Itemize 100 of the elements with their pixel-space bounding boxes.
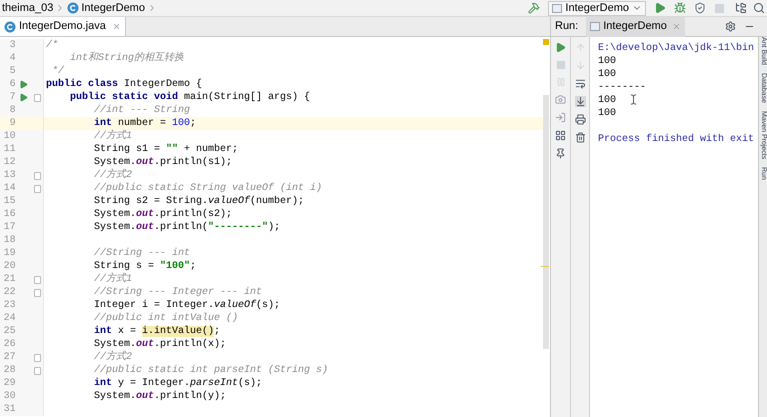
line-number: 7 bbox=[8, 91, 16, 104]
code-line: //方式2 bbox=[93, 351, 132, 364]
code-line: //public static String valueOf (int i) bbox=[93, 182, 322, 195]
line-number: 18 bbox=[2, 234, 16, 247]
line-number: 11 bbox=[2, 143, 16, 156]
line-number: 14 bbox=[2, 182, 16, 195]
fold-icon[interactable] bbox=[34, 288, 41, 296]
line-number: 30 bbox=[2, 390, 16, 403]
console-line: Process finished with exit bbox=[598, 133, 754, 146]
line-number: 23 bbox=[2, 299, 16, 312]
run-tab[interactable]: IntegerDemo bbox=[586, 16, 685, 36]
code-line: String s = "100"; bbox=[93, 260, 196, 272]
line-number: 3 bbox=[8, 39, 16, 52]
code-line: //方式2 bbox=[93, 169, 132, 182]
breadcrumb-item[interactable]: IntegerDemo bbox=[81, 0, 145, 16]
fold-icon[interactable] bbox=[34, 276, 41, 284]
trash-icon[interactable] bbox=[574, 132, 586, 143]
line-number: 10 bbox=[2, 130, 16, 143]
window-icon bbox=[590, 22, 600, 31]
search-icon[interactable] bbox=[753, 2, 765, 14]
code-line: int x = i.intValue(); bbox=[93, 325, 220, 338]
fold-icon[interactable] bbox=[34, 354, 41, 362]
fold-icon[interactable] bbox=[34, 366, 41, 374]
scroll-to-end-icon[interactable] bbox=[574, 96, 586, 107]
code-line: System.out.println(s1); bbox=[93, 156, 232, 168]
code-line: //String --- Integer --- int bbox=[93, 286, 262, 299]
code-line: int number = 100; bbox=[93, 117, 196, 130]
run-icon[interactable] bbox=[654, 2, 666, 14]
code-line: public class IntegerDemo { bbox=[45, 78, 202, 91]
class-icon bbox=[4, 20, 16, 32]
line-number: 31 bbox=[2, 403, 16, 416]
layout-icon[interactable] bbox=[555, 130, 566, 141]
run-icon[interactable] bbox=[18, 80, 28, 89]
code-line: int y = Integer.parseInt(s); bbox=[93, 377, 262, 390]
panel-title: Run: bbox=[555, 19, 578, 34]
exit-icon[interactable] bbox=[555, 112, 566, 123]
breadcrumb-item[interactable]: theima_03 bbox=[2, 0, 54, 16]
coverage-icon[interactable] bbox=[694, 2, 706, 14]
console-line: 100 bbox=[598, 107, 616, 120]
wrap-icon[interactable] bbox=[574, 78, 586, 89]
line-number: 5 bbox=[8, 65, 16, 78]
code-line: int和String的相互转换 bbox=[69, 52, 184, 65]
code-line: //方式1 bbox=[93, 273, 132, 286]
line-number: 24 bbox=[2, 312, 16, 325]
code-line: */ bbox=[51, 65, 64, 78]
console-line: -------- bbox=[598, 81, 646, 94]
close-icon[interactable] bbox=[672, 22, 681, 31]
line-number: 12 bbox=[2, 156, 16, 169]
line-number: 9 bbox=[8, 117, 16, 130]
fold-icon[interactable] bbox=[34, 94, 41, 102]
code-line: public static void main(String[] args) { bbox=[69, 91, 310, 104]
code-line: //public static int parseInt (String s) bbox=[93, 364, 328, 377]
console-line: 100 bbox=[598, 68, 616, 81]
line-number: 19 bbox=[2, 247, 16, 260]
line-number: 20 bbox=[2, 260, 16, 273]
line-number: 6 bbox=[8, 78, 16, 91]
line-number: 28 bbox=[2, 364, 16, 377]
code-line: //int --- String bbox=[93, 104, 190, 117]
close-icon[interactable] bbox=[112, 22, 121, 31]
settings-icon[interactable] bbox=[725, 21, 736, 32]
code-line: //public int intValue () bbox=[93, 312, 238, 325]
console-line: E:\develop\Java\jdk-11\bin bbox=[598, 42, 754, 55]
code-line: System.out.println(x); bbox=[93, 338, 226, 350]
camera-icon[interactable] bbox=[555, 94, 566, 105]
code-line: System.out.println(y); bbox=[93, 390, 226, 403]
line-number: 15 bbox=[2, 195, 16, 208]
tab-label: IntegerDemo.java bbox=[19, 19, 106, 34]
line-number: 27 bbox=[2, 351, 16, 364]
line-number: 29 bbox=[2, 377, 16, 390]
pin-icon[interactable] bbox=[555, 148, 566, 159]
console-line: 100 bbox=[598, 94, 616, 107]
code-line: System.out.println("--------"); bbox=[93, 221, 280, 234]
line-number: 4 bbox=[8, 52, 16, 65]
debug-icon[interactable] bbox=[674, 2, 686, 14]
code-line: /* bbox=[45, 39, 58, 52]
editor-tab[interactable]: IntegerDemo.java bbox=[0, 17, 126, 36]
run-icon[interactable] bbox=[18, 93, 28, 102]
line-number: 8 bbox=[8, 104, 16, 117]
line-number: 21 bbox=[2, 273, 16, 286]
window-icon bbox=[552, 4, 562, 12]
line-number: 26 bbox=[2, 338, 16, 351]
code-line: //String --- int bbox=[93, 247, 190, 260]
code-line: String s2 = String.valueOf(number); bbox=[93, 195, 304, 208]
text-cursor-icon bbox=[628, 94, 639, 105]
error-stripe-mark bbox=[541, 266, 549, 267]
warning-marker bbox=[543, 39, 549, 45]
run-config-dropdown[interactable]: IntegerDemo bbox=[548, 0, 646, 16]
fold-icon[interactable] bbox=[34, 172, 41, 180]
code-line: System.out.println(s2); bbox=[93, 208, 232, 221]
line-number: 22 bbox=[2, 286, 16, 299]
console-line: 100 bbox=[598, 55, 616, 68]
build-icon[interactable] bbox=[528, 2, 540, 14]
code-line: String s1 = "" + number; bbox=[93, 143, 238, 156]
rerun-icon[interactable] bbox=[555, 42, 566, 53]
project-structure-icon[interactable] bbox=[735, 2, 747, 14]
print-icon[interactable] bbox=[574, 114, 586, 125]
line-number: 25 bbox=[2, 325, 16, 338]
line-number: 17 bbox=[2, 221, 16, 234]
fold-icon[interactable] bbox=[34, 184, 41, 192]
code-line: //方式1 bbox=[93, 130, 132, 143]
